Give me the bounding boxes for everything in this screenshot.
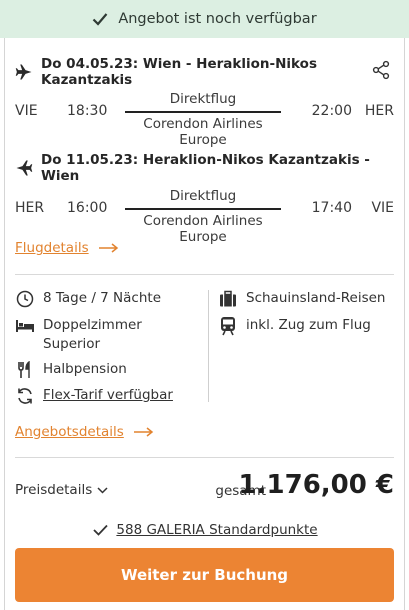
outbound-header-text: Do 04.05.23: Wien - Heraklion-Nikos Kaza… (41, 56, 317, 88)
check-icon (92, 12, 108, 26)
flight-type: Direktflug (169, 91, 237, 107)
banner-text: Angebot ist noch verfügbar (118, 11, 317, 27)
clock-icon (15, 289, 35, 309)
inbound-flight-row: HER 16:00 Direktflug Corendon Airlines E… (15, 188, 394, 245)
vertical-divider (208, 290, 209, 402)
arrival-airport: VIE (371, 200, 394, 216)
suitcase-icon (218, 289, 238, 309)
departure-airport: HER (15, 200, 45, 216)
route-line (125, 111, 281, 113)
flight-details-label: Flugdetails (15, 240, 89, 256)
operator-text: Schauinsland-Reisen (246, 290, 386, 306)
inbound-header-text: Do 11.05.23: Heraklion-Nikos Kazantzakis… (41, 152, 370, 184)
divider (15, 274, 394, 275)
offer-card: Do 04.05.23: Wien - Heraklion-Nikos Kaza… (4, 38, 405, 610)
outbound-header: Do 04.05.23: Wien - Heraklion-Nikos Kaza… (15, 56, 404, 88)
flight-info: Direktflug Corendon Airlines Europe (125, 188, 281, 245)
arrow-right-icon (98, 243, 119, 253)
room-feature: Doppelzimmer Superior (15, 316, 175, 354)
flex-tariff-feature[interactable]: Flex-Tarif verfügbar (15, 386, 173, 406)
duration-text: 8 Tage / 7 Nächte (43, 290, 161, 306)
continue-booking-button[interactable]: Weiter zur Buchung (15, 548, 394, 602)
flight-info: Direktflug Corendon Airlines Europe (125, 91, 281, 148)
departure-airport: VIE (15, 103, 38, 119)
price-row: Preisdetails gesamt 1.176,00 € (15, 470, 394, 504)
flex-tariff-text[interactable]: Flex-Tarif verfügbar (43, 386, 173, 405)
train-text: inkl. Zug zum Flug (246, 317, 371, 333)
offer-details-link[interactable]: Angebotsdetails (15, 424, 154, 440)
bed-icon (15, 316, 35, 336)
offer-details-label: Angebotsdetails (15, 424, 124, 440)
arrival-time: 22:00 (311, 103, 352, 119)
availability-banner: Angebot ist noch verfügbar (0, 0, 409, 38)
flight-type: Direktflug (169, 188, 237, 204)
plane-icon (15, 63, 33, 81)
arrival-airport: HER (364, 103, 394, 119)
total-price: 1.176,00 € (238, 470, 394, 500)
price-details-toggle[interactable]: Preisdetails (15, 482, 108, 498)
outbound-flight-row: VIE 18:30 Direktflug Corendon Airlines E… (15, 91, 394, 148)
divider (15, 457, 394, 458)
arrow-right-icon (133, 427, 154, 437)
share-icon[interactable] (372, 60, 390, 84)
plane-icon (15, 159, 33, 177)
chevron-down-icon (97, 486, 108, 494)
airline-name: Corendon Airlines Europe (143, 116, 263, 148)
price-details-label: Preisdetails (15, 482, 93, 498)
route-line (125, 208, 281, 210)
departure-time: 16:00 (67, 200, 108, 216)
check-icon (93, 524, 109, 536)
board-text: Halbpension (43, 361, 127, 377)
arrival-time: 17:40 (311, 200, 352, 216)
departure-time: 18:30 (67, 103, 108, 119)
flight-details-link[interactable]: Flugdetails (15, 240, 119, 256)
inbound-header: Do 11.05.23: Heraklion-Nikos Kazantzakis… (15, 152, 404, 184)
room-text: Doppelzimmer Superior (43, 317, 142, 352)
board-feature: Halbpension (15, 360, 127, 380)
train-icon (218, 316, 238, 336)
cutlery-icon (15, 360, 35, 380)
operator-feature: Schauinsland-Reisen (218, 289, 385, 309)
airline-name: Corendon Airlines Europe (143, 213, 263, 245)
refresh-icon (15, 386, 35, 406)
loyalty-points-text: 588 GALERIA Standardpunkte (116, 522, 318, 538)
train-feature: inkl. Zug zum Flug (218, 316, 371, 336)
loyalty-points[interactable]: 588 GALERIA Standardpunkte (5, 522, 406, 538)
duration-feature: 8 Tage / 7 Nächte (15, 289, 161, 309)
